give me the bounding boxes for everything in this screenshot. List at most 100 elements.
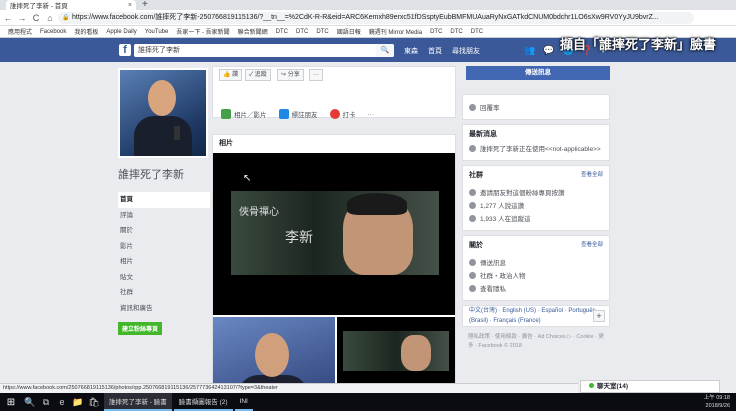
invite-friends-link[interactable]: 邀請朋友對這個粉絲專頁按讚 <box>480 187 565 197</box>
taskbar-app-chrome[interactable]: 誰摔死了李新 - 臉書 <box>104 393 172 411</box>
photo-video-action[interactable]: 相片／影片 <box>221 109 267 119</box>
bookmark-item[interactable]: 鏡週刊 Mirror Media <box>369 27 422 36</box>
messages-icon[interactable]: 💬 <box>543 45 554 55</box>
taskbar-app-line[interactable]: INI <box>234 393 253 411</box>
send-message-button[interactable]: 傳送訊息 <box>466 66 610 80</box>
page-nav: 首頁 評論 關於 影片 相片 貼文 社群 資訊和廣告 <box>118 192 210 316</box>
language-links[interactable]: 中文(台灣) · English (US) · Español · Portug… <box>469 308 596 324</box>
address-bar-row: ← → C ⌂ 🔒 https://www.facebook.com/誰摔死了李新… <box>0 10 736 26</box>
create-page-button[interactable]: 建立粉絲專頁 <box>118 322 163 335</box>
footer-links[interactable]: 隱私政策 · 使用條款 · 廣告 · Ad Choices ▷ · Cookie… <box>462 327 610 351</box>
about-see-all-link[interactable]: 查看全部 <box>581 240 603 254</box>
page-nav-item[interactable]: 評論 <box>118 208 210 224</box>
profile-picture[interactable] <box>118 68 208 158</box>
page-nav-item[interactable]: 關於 <box>118 223 210 239</box>
header-nav-item[interactable]: 尋找朋友 <box>452 48 480 55</box>
bookmark-item[interactable]: Apple Daily <box>106 29 136 35</box>
taskbar-app-doc[interactable]: 臉書擷圖報告 (2) <box>173 393 233 411</box>
page-nav-item[interactable]: 相片 <box>118 254 210 270</box>
new-tab-button[interactable]: + <box>142 0 148 10</box>
invite-icon <box>469 188 476 196</box>
main-column: 👍 讚 ✓ 追蹤 ↪ 分享 ··· 相片／影片 標註朋友 打卡 ··· <box>212 66 456 119</box>
add-language-button[interactable]: + <box>593 310 605 322</box>
about-message-link[interactable]: 傳送訊息 <box>480 257 506 267</box>
tag-friends-action[interactable]: 標註朋友 <box>278 109 318 119</box>
bookmark-item[interactable]: DTC <box>471 29 483 35</box>
privacy-icon <box>469 284 476 292</box>
page-nav-item[interactable]: 首頁 <box>118 192 210 208</box>
lock-icon: 🔒 <box>62 15 70 21</box>
profile-figure-face <box>148 80 176 116</box>
photo-viewer[interactable]: ↖ 俠骨禪心 李新 <box>213 153 455 315</box>
follow-button[interactable]: ✓ 追蹤 <box>245 69 271 81</box>
page-category[interactable]: 社群・政治人物 <box>480 270 526 280</box>
followers-count: 1,933 人在追蹤這 <box>480 216 531 223</box>
more-actions[interactable]: ··· <box>368 109 375 119</box>
community-see-all-link[interactable]: 查看全部 <box>581 170 603 184</box>
microphone-icon <box>174 126 180 140</box>
photos-section: 相片 ↖ 俠骨禪心 李新 <box>212 134 456 409</box>
header-nav-item[interactable]: 東森 <box>404 48 418 55</box>
forward-icon[interactable]: → <box>16 13 28 23</box>
search-input[interactable]: 誰摔死了李新 🔍 <box>134 44 394 57</box>
system-clock[interactable]: 上午 09:18 2018/9/26 <box>704 394 730 410</box>
close-icon[interactable]: × <box>128 2 132 9</box>
tag-friends-label: 標註朋友 <box>291 112 318 119</box>
follow-icon <box>469 214 476 222</box>
bookmark-item[interactable]: 吾家一下 - 吾家新聞 <box>176 27 229 36</box>
chat-bar[interactable]: 聊天室(14) <box>580 380 720 393</box>
more-button[interactable]: ··· <box>309 69 323 81</box>
community-title: 社群 <box>469 172 483 179</box>
search-icon[interactable]: 🔍 <box>22 397 38 408</box>
bookmark-item[interactable]: DTC <box>316 29 328 35</box>
like-button[interactable]: 👍 讚 <box>219 69 243 81</box>
facebook-logo-icon[interactable]: f <box>119 44 131 56</box>
search-icon[interactable]: 🔍 <box>376 44 394 57</box>
folder-icon[interactable]: 📁 <box>70 397 86 408</box>
recent-news-box: 最新消息 誰摔死了李新正在使用<<not-applicable>> <box>462 124 610 161</box>
bookmark-item[interactable]: 聯合新聞網 <box>238 27 268 36</box>
share-button[interactable]: ↪ 分享 <box>277 69 304 81</box>
browser-tab-strip: 誰摔死了李新 - 首頁 × + <box>0 0 736 10</box>
header-nav-item[interactable]: 首頁 <box>428 48 442 55</box>
page-nav-item[interactable]: 資訊和廣告 <box>118 301 210 317</box>
bookmark-item[interactable]: 我的看板 <box>74 27 98 36</box>
home-icon[interactable]: ⌂ <box>44 13 56 23</box>
bookmark-item[interactable]: 應用程式 <box>8 27 32 36</box>
header-nav: 東森 首頁 尋找朋友 <box>404 46 490 56</box>
store-icon[interactable]: 🛍 <box>86 397 102 408</box>
task-view-icon[interactable]: ⧉ <box>38 397 54 408</box>
bookmark-item[interactable]: DTC <box>450 29 462 35</box>
reload-icon[interactable]: C <box>30 13 42 23</box>
bookmark-item[interactable]: YouTube <box>145 29 169 35</box>
banner-calligraphy: 俠骨禪心 <box>239 207 279 218</box>
news-icon <box>469 144 476 152</box>
portrait-hair <box>347 193 407 215</box>
page-nav-item[interactable]: 影片 <box>118 239 210 255</box>
page-title[interactable]: 誰摔死了李新 <box>118 166 210 182</box>
browser-tab[interactable]: 誰摔死了李新 - 首頁 × <box>6 0 136 10</box>
back-icon[interactable]: ← <box>2 13 14 23</box>
banner-name: 李新 <box>285 230 313 246</box>
url-text: https://www.facebook.com/誰摔死了李新-25076681… <box>72 14 659 21</box>
response-rate: 回覆率 <box>480 105 500 112</box>
edge-icon[interactable]: e <box>54 397 70 407</box>
page-nav-item[interactable]: 社群 <box>118 285 210 301</box>
bookmark-item[interactable]: Facebook <box>40 29 66 35</box>
page-nav-item[interactable]: 貼文 <box>118 270 210 286</box>
response-box: 回覆率 <box>462 94 610 120</box>
privacy-link[interactable]: 查看隱私 <box>480 283 506 293</box>
bookmark-item[interactable]: 國語日報 <box>337 27 361 36</box>
windows-start-icon[interactable]: ⊞ <box>0 397 22 408</box>
windows-taskbar: ⊞ 🔍 ⧉ e 📁 🛍 誰摔死了李新 - 臉書 臉書擷圖報告 (2) INI 上… <box>0 393 736 411</box>
check-in-label: 打卡 <box>342 112 356 119</box>
url-input[interactable]: 🔒 https://www.facebook.com/誰摔死了李新-2507668… <box>58 12 694 24</box>
bookmark-item[interactable]: DTC <box>276 29 288 35</box>
recent-title: 最新消息 <box>469 131 497 138</box>
bookmark-item[interactable]: DTC <box>296 29 308 35</box>
friend-requests-icon[interactable]: 👥 <box>524 45 535 55</box>
recent-text[interactable]: 誰摔死了李新正在使用<<not-applicable>> <box>480 143 601 153</box>
cover-banner[interactable]: 俠骨禪心 李新 <box>231 191 439 275</box>
check-in-action[interactable]: 打卡 <box>329 109 356 119</box>
bookmark-item[interactable]: DTC <box>430 29 442 35</box>
